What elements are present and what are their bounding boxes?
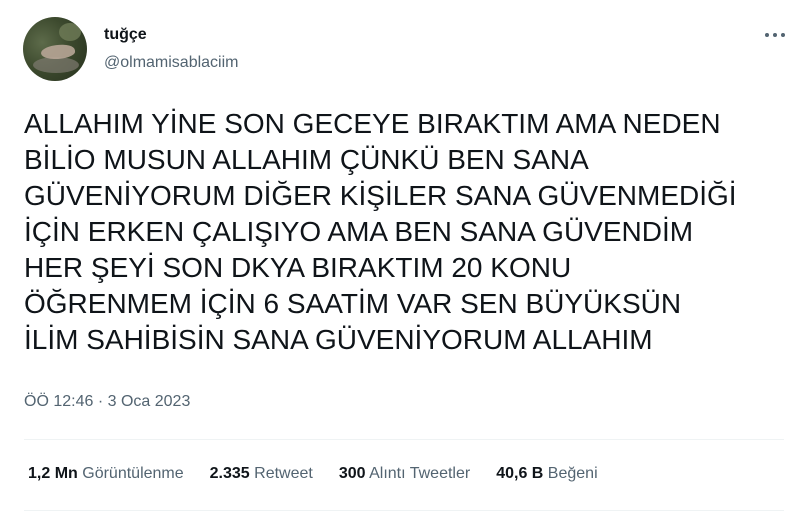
avatar-detail [59,23,81,41]
stat-retweets[interactable]: 2.335 Retweet [210,465,313,483]
more-button[interactable] [758,22,792,48]
stat-likes-count: 40,6 B [496,465,544,482]
avatar-detail [33,57,79,73]
tweet-card: tuğçe @olmamisablaciim ALLAHIM YİNE SON … [0,0,807,513]
tweet-date: 3 Oca 2023 [107,393,191,410]
more-horizontal-icon [765,33,785,37]
stat-retweets-count: 2.335 [209,465,250,482]
stat-views-label: Görüntülenme [82,465,184,482]
stat-views-count: 1,2 Mn [28,465,78,482]
tweet-timestamp: ÖÖ 12:46 · 3 Oca 2023 [24,393,190,411]
stat-quotes[interactable]: 300 Alıntı Tweetler [339,465,470,483]
tweet-text: ALLAHIM YİNE SON GECEYE BIRAKTIM AMA NED… [24,108,737,355]
display-name[interactable]: tuğçe [104,26,147,44]
stat-likes-label: Beğeni [547,465,598,482]
stat-quotes-count: 300 [338,465,366,482]
tweet-stats: 1,2 Mn Görüntülenme 2.335 Retweet 300 Al… [28,465,598,483]
divider [24,510,784,511]
stat-views[interactable]: 1,2 Mn Görüntülenme [28,465,184,483]
stat-retweets-label: Retweet [254,465,313,482]
avatar[interactable] [23,17,87,81]
divider [24,439,784,440]
stat-quotes-label: Alıntı Tweetler [369,465,471,482]
timestamp-separator: · [97,393,104,410]
tweet-time: ÖÖ 12:46 [24,393,94,410]
username[interactable]: @olmamisablaciim [104,54,239,72]
tweet-time-link[interactable]: ÖÖ 12:46 · 3 Oca 2023 [24,393,190,410]
stat-likes[interactable]: 40,6 B Beğeni [496,465,597,483]
